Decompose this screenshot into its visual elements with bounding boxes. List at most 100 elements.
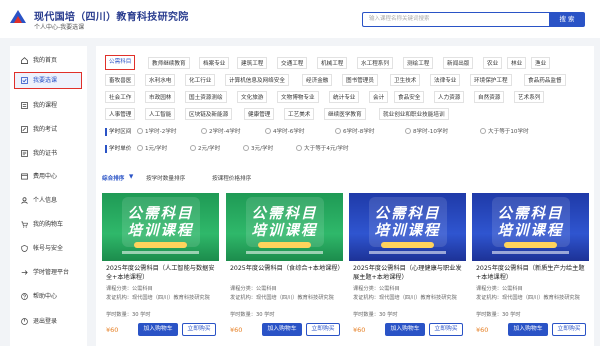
category-tab[interactable]: 交通工程 — [277, 57, 308, 69]
category-tab[interactable]: 区块链及新能源 — [185, 108, 233, 120]
category-tab[interactable]: 会计 — [369, 91, 389, 103]
course-type: 课程分类：公需科目 — [230, 286, 277, 292]
radio-icon — [137, 145, 143, 151]
category-tab[interactable]: 农业 — [483, 57, 503, 69]
sidebar-item-cart[interactable]: 我的购物车 — [14, 216, 82, 233]
category-tab[interactable]: 公需科目 — [105, 55, 136, 70]
sidebar-item-my-exams[interactable]: 我的考试 — [14, 121, 82, 138]
category-tab[interactable]: 人工智能 — [145, 108, 176, 120]
category-tab[interactable]: 环境保护工程 — [470, 74, 512, 86]
category-tab[interactable]: 图书管理员 — [342, 74, 378, 86]
course-card[interactable]: 公需科目 培训课程 2025年度公需科目（食综合+本地课程） 课程分类：公需科目… — [226, 193, 344, 343]
filter-option[interactable]: 8学时-10学时 — [405, 127, 448, 137]
buy-now-button[interactable]: 立即购买 — [552, 323, 586, 336]
filter-option[interactable]: 大于等于4元/学时 — [296, 144, 349, 154]
course-banner: 公需科目 培训课程 — [349, 193, 466, 261]
category-tab[interactable]: 法律专业 — [430, 74, 461, 86]
sidebar-item-select-course[interactable]: 我要选课 — [14, 72, 82, 89]
course-type: 课程分类：公需科目 — [106, 286, 153, 292]
buy-now-button[interactable]: 立即购买 — [306, 323, 340, 336]
course-title[interactable]: 2025年度公需科目（新质生产力给主题+本地课程） — [476, 264, 588, 282]
category-tab[interactable]: 教师继续教育 — [148, 57, 190, 69]
buy-now-button[interactable]: 立即购买 — [429, 323, 463, 336]
course-type: 课程分类：公需科目 — [476, 286, 523, 292]
category-tab[interactable]: 畜牧兽医 — [105, 74, 136, 86]
search-input[interactable]: 输入课程名称关键词搜索 — [362, 12, 549, 27]
course-title[interactable]: 2025年度公需科目（人工智能与数据安全+本地课程） — [106, 264, 218, 282]
sidebar-item-label: 我的课程 — [33, 102, 58, 109]
fee-icon — [21, 173, 28, 180]
category-tab[interactable]: 继续医学教育 — [324, 108, 366, 120]
add-to-cart-button[interactable]: 加入购物车 — [385, 323, 425, 336]
category-tab[interactable]: 市政园林 — [145, 91, 176, 103]
banner-line-2: 培训课程 — [127, 223, 194, 239]
category-tab[interactable]: 人事管理 — [105, 108, 136, 120]
filter-option[interactable]: 2元/学时 — [190, 144, 220, 154]
filter-option[interactable]: 1学时-2学时 — [137, 127, 177, 137]
category-tab[interactable]: 机械工程 — [317, 57, 348, 69]
filter-option[interactable]: 6学时-8学时 — [335, 127, 375, 137]
category-tab[interactable]: 统计专业 — [329, 91, 360, 103]
sort-by-price[interactable]: 按课程价格排序 — [212, 174, 251, 182]
course-card[interactable]: 公需科目 培训课程 2025年度公需科目（新质生产力给主题+本地课程） 课程分类… — [472, 193, 589, 343]
course-title[interactable]: 2025年度公需科目（心理健康与职业发展主题+本地课程） — [353, 264, 465, 282]
radio-icon — [243, 145, 249, 151]
category-tab[interactable]: 文物博物专业 — [277, 91, 319, 103]
category-tab[interactable]: 档案专业 — [199, 57, 230, 69]
category-tab[interactable]: 健康管理 — [244, 108, 275, 120]
sidebar-item-hours-platform[interactable]: 学时管理平台 — [14, 264, 82, 281]
category-tab[interactable]: 人力资源 — [434, 91, 465, 103]
sidebar-item-help[interactable]: 帮助中心 — [14, 288, 82, 305]
category-tab[interactable]: 食品安全 — [394, 91, 425, 103]
category-tab[interactable]: 建筑工程 — [237, 57, 268, 69]
add-to-cart-button[interactable]: 加入购物车 — [508, 323, 548, 336]
category-tab[interactable]: 自然资源 — [474, 91, 505, 103]
category-tab[interactable]: 食品药品监督 — [524, 74, 566, 86]
sort-default[interactable]: 综合排序 — [102, 174, 124, 182]
category-tab[interactable]: 文化旅游 — [237, 91, 268, 103]
sidebar-item-fee-center[interactable]: 费用中心 — [14, 168, 82, 185]
banner-line-2: 培训课程 — [374, 223, 441, 239]
category-tab[interactable]: 计算机信息及网络安全 — [225, 74, 289, 86]
category-tab[interactable]: 国土资源测绘 — [185, 91, 227, 103]
filter-option[interactable]: 1元/学时 — [137, 144, 167, 154]
category-tab[interactable]: 水工程系列 — [357, 57, 393, 69]
category-tab[interactable]: 水利水电 — [145, 74, 176, 86]
filter-option[interactable]: 2学时-4学时 — [201, 127, 241, 137]
category-tab[interactable]: 测绘工程 — [403, 57, 434, 69]
category-tab[interactable]: 新闻出版 — [443, 57, 474, 69]
add-to-cart-button[interactable]: 加入购物车 — [262, 323, 302, 336]
filter-option[interactable]: 4学时-6学时 — [265, 127, 305, 137]
sidebar-item-profile[interactable]: 个人信息 — [14, 192, 82, 209]
sidebar-item-account-security[interactable]: 帐号与安全 — [14, 240, 82, 257]
sidebar-item-label: 帐号与安全 — [33, 245, 64, 252]
filter-option[interactable]: 3元/学时 — [243, 144, 273, 154]
course-title[interactable]: 2025年度公需科目（食综合+本地课程） — [230, 264, 344, 273]
sidebar-item-my-certificates[interactable]: 我的证书 — [14, 145, 82, 162]
sidebar-item-my-courses[interactable]: 我的课程 — [14, 97, 82, 114]
search-button[interactable]: 搜 索 — [549, 12, 585, 27]
banner-line-2: 培训课程 — [251, 223, 318, 239]
course-card[interactable]: 公需科目 培训课程 2025年度公需科目（人工智能与数据安全+本地课程） 课程分… — [102, 193, 219, 343]
course-card[interactable]: 公需科目 培训课程 2025年度公需科目（心理健康与职业发展主题+本地课程） 课… — [349, 193, 466, 343]
category-tab[interactable]: 社会工作 — [105, 91, 136, 103]
sidebar-item-logout[interactable]: 退出登录 — [14, 313, 82, 330]
course-hours: 学时数量：30 学时 — [230, 312, 275, 318]
course-icon — [21, 102, 28, 109]
buy-now-button[interactable]: 立即购买 — [182, 323, 216, 336]
add-to-cart-button[interactable]: 加入购物车 — [138, 323, 178, 336]
category-tab[interactable]: 林业 — [507, 57, 527, 69]
category-tab[interactable]: 经济金融 — [302, 74, 333, 86]
filter-option[interactable]: 大于等于10学时 — [480, 127, 529, 137]
category-tab[interactable]: 工艺美术 — [284, 108, 315, 120]
category-tab[interactable]: 渔业 — [531, 57, 551, 69]
hours-filter: 学时区间 1学时-2学时 2学时-4学时 4学时-6学时 6学时-8学时 8学时… — [105, 127, 595, 137]
banner-sub-bar — [122, 251, 199, 254]
sort-by-hours[interactable]: 按学时数量排序 — [146, 174, 185, 182]
category-tab[interactable]: 卫生技术 — [390, 74, 421, 86]
shield-icon — [21, 245, 28, 252]
category-tab[interactable]: 化工行业 — [185, 74, 216, 86]
category-tab[interactable]: 就业创业和职业技能培训 — [379, 108, 449, 120]
category-tab[interactable]: 艺术系列 — [514, 91, 545, 103]
sidebar-item-home[interactable]: 我的首页 — [14, 52, 82, 69]
